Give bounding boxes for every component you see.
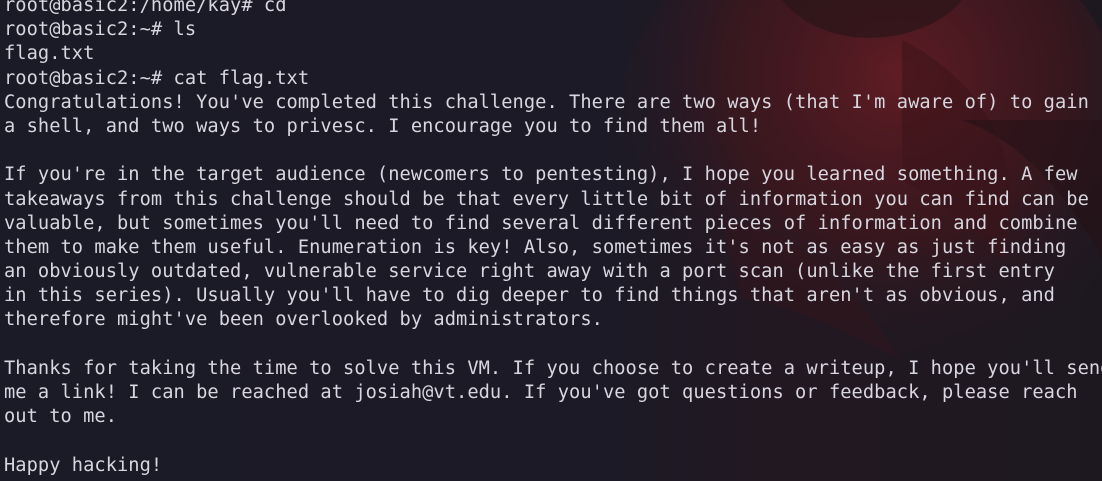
terminal-output-line: them to make them useful. Enumeration is… [4,236,1067,258]
terminal-output-line [4,429,1102,453]
terminal-output-line: flag.txt [4,43,95,65]
terminal-output-line [4,139,1102,163]
terminal-output-line: valuable, but sometimes you'll need to f… [4,212,1078,234]
terminal-command-line: root@basic2:/home/kay# cd [4,0,287,16]
terminal-output-line: me a link! I can be reached at josiah@vt… [4,382,1078,403]
terminal-output-line: Congratulations! You've completed this c… [4,91,1089,113]
terminal-output-line: Happy hacking! [4,454,163,476]
terminal-output: root@basic2:/home/kay# cd root@basic2:~# … [4,0,1102,478]
terminal-command-line: root@basic2:~# cat flag.txt [4,67,310,89]
terminal-output-line: in this series). Usually you'll have to … [4,285,1055,307]
terminal-command-line: root@basic2:~# ls [4,19,197,41]
terminal-window[interactable]: root@basic2:/home/kay# cd root@basic2:~# … [0,0,1102,481]
terminal-output-line: If you're in the target audience (newcom… [4,164,1078,186]
terminal-output-line: therefore might've been overlooked by ad… [4,309,603,331]
terminal-output-line: out to me. [4,406,118,428]
terminal-output-line: takeaways from this challenge should be … [4,188,1089,210]
terminal-output-line: an obviously outdated, vulnerable servic… [4,261,1055,283]
terminal-output-line: Thanks for taking the time to solve this… [4,357,1102,379]
terminal-output-line: a shell, and two ways to privesc. I enco… [4,115,762,137]
terminal-output-line [4,333,1102,357]
